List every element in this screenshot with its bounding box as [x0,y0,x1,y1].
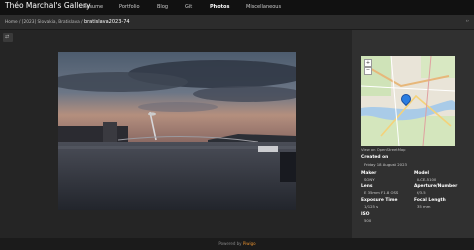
model-label: Model [414,171,430,176]
aperture-label: Aperture/Number [414,184,458,189]
nav-item-miscellaneous[interactable]: Miscellaneous [246,4,281,10]
model-value: ILCE-5100 [417,177,437,182]
nav-item-photos[interactable]: Photos [210,4,229,10]
swap-icon: ⇄ [5,34,10,40]
focal-value: 35 mm [417,204,431,209]
photo[interactable] [58,52,296,210]
footer-prefix: Powered by [218,241,243,246]
swap-button[interactable]: ⇄ [3,33,13,42]
map-credit-link[interactable]: View on OpenStreetMap [361,148,406,152]
iso-value: 500 [364,218,372,223]
lens-label: Lens [361,184,373,189]
maker-label: Maker [361,171,377,176]
site-brand[interactable]: Théo Marchal's Gallery [5,1,91,10]
iso-label: ISO [361,212,370,217]
created-on-value: Friday 18 August 2023 [364,162,407,167]
location-map[interactable]: + − [361,56,455,146]
breadcrumb-path[interactable]: Home / [2023] Slovakia, Bratislava / [5,20,84,25]
lens-value: E 35mm F1.8 OSS [364,190,399,195]
breadcrumb-bar: Home / [2023] Slovakia, Bratislava / bra… [0,15,474,29]
exposure-value: 1/125 s [364,204,379,209]
footer-text: Powered by Piwigo [0,241,474,246]
photo-image [58,52,296,210]
focal-label: Focal Length [414,198,446,203]
maker-value: SONY [364,177,375,182]
exposure-label: Exposure Time [361,198,398,203]
piwigo-link[interactable]: Piwigo [243,241,256,246]
zoom-out-button[interactable]: − [364,67,372,75]
nav-item-blog[interactable]: Blog [157,4,168,10]
next-photo-button[interactable]: ›› [466,19,469,24]
page-title: bratislava2023-74 [83,19,130,25]
aperture-value: f/3.5 [417,190,426,195]
footer: Powered by Piwigo [0,238,474,250]
nav-item-resume[interactable]: Resume [83,4,103,10]
nav-item-git[interactable]: Git [185,4,192,10]
zoom-in-button[interactable]: + [364,59,372,67]
breadcrumb: Home / [2023] Slovakia, Bratislava / bra… [5,19,130,25]
nav-item-portfolio[interactable]: Portfolio [119,4,140,10]
top-navbar: Théo Marchal's Gallery Resume Portfolio … [0,0,474,15]
created-on-label: Created on [361,155,389,160]
